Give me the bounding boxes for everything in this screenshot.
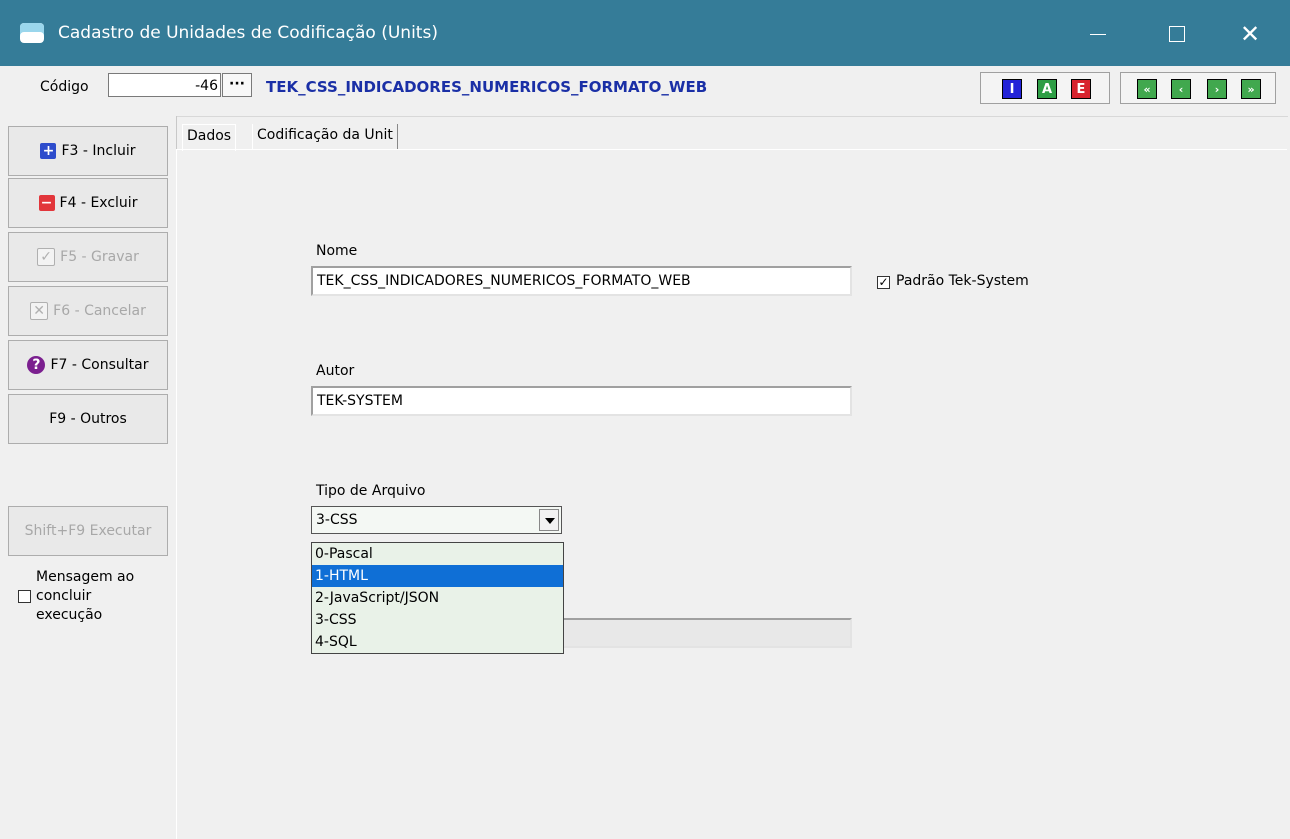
incluir-button[interactable]: + F3 - Incluir: [8, 126, 168, 176]
dropdown-option[interactable]: 3-CSS: [312, 609, 563, 631]
record-toolbar: I A E: [980, 72, 1110, 104]
nome-label: Nome: [316, 243, 358, 259]
plus-icon: +: [40, 143, 57, 159]
tab-codificacao[interactable]: Codificação da Unit: [252, 124, 398, 150]
minimize-button[interactable]: [1070, 14, 1126, 54]
exclude-icon-button[interactable]: E: [1071, 79, 1091, 99]
tab-dados[interactable]: Dados: [182, 124, 237, 151]
cancelar-label: F6 - Cancelar: [53, 303, 146, 319]
dropdown-option-selected[interactable]: 1-HTML: [312, 565, 563, 587]
title-bar: Cadastro de Unidades de Codificação (Uni…: [0, 0, 1290, 66]
codigo-input[interactable]: -46: [108, 73, 221, 97]
mensagem-line-2: concluir: [36, 588, 92, 604]
tipo-arquivo-select[interactable]: 3-CSS: [311, 506, 562, 534]
outros-button[interactable]: F9 - Outros: [8, 394, 168, 444]
last-record-button[interactable]: »: [1241, 79, 1261, 99]
close-button[interactable]: ✕: [1222, 14, 1278, 54]
minus-icon: −: [38, 195, 55, 211]
previous-record-button[interactable]: ‹: [1171, 79, 1191, 99]
navigation-toolbar: « ‹ › »: [1120, 72, 1276, 104]
unit-title: TEK_CSS_INDICADORES_NUMERICOS_FORMATO_WE…: [266, 78, 708, 96]
cancelar-button[interactable]: ✕ F6 - Cancelar: [8, 286, 168, 336]
cancel-icon: ✕: [30, 302, 49, 320]
executar-button[interactable]: Shift+F9 Executar: [8, 506, 168, 556]
consultar-label: F7 - Consultar: [50, 357, 149, 373]
tipo-arquivo-label: Tipo de Arquivo: [316, 483, 426, 499]
outros-label: F9 - Outros: [49, 411, 127, 427]
mensagem-line-3: execução: [36, 607, 103, 623]
header-panel: Código -46 ··· TEK_CSS_INDICADORES_NUMER…: [8, 66, 1288, 117]
autor-label: Autor: [316, 363, 355, 379]
window-title: Cadastro de Unidades de Codificação (Uni…: [58, 23, 438, 43]
question-icon: ?: [27, 356, 46, 374]
tipo-arquivo-value: 3-CSS: [316, 512, 358, 528]
excluir-button[interactable]: − F4 - Excluir: [8, 178, 168, 228]
maximize-button[interactable]: [1150, 14, 1206, 54]
executar-label: Shift+F9 Executar: [24, 523, 152, 539]
chevron-down-icon[interactable]: [539, 509, 559, 531]
hidden-field-input: [562, 618, 852, 648]
gravar-button[interactable]: ✓ F5 - Gravar: [8, 232, 168, 282]
mensagem-line-1: Mensagem ao: [36, 569, 135, 585]
app-icon: [20, 23, 44, 43]
dropdown-option[interactable]: 2-JavaScript/JSON: [312, 587, 563, 609]
incluir-label: F3 - Incluir: [61, 143, 136, 159]
consultar-button[interactable]: ? F7 - Consultar: [8, 340, 168, 390]
insert-icon-button[interactable]: I: [1002, 79, 1022, 99]
tipo-arquivo-dropdown: 0-Pascal 1-HTML 2-JavaScript/JSON 3-CSS …: [311, 542, 564, 654]
codigo-lookup-button[interactable]: ···: [222, 73, 252, 97]
alter-icon-button[interactable]: A: [1037, 79, 1057, 99]
padrao-label: Padrão Tek-System: [896, 273, 1029, 289]
checkmark-icon: ✓: [37, 248, 56, 266]
padrao-checkbox[interactable]: ✓: [877, 276, 890, 289]
dropdown-option[interactable]: 4-SQL: [312, 631, 563, 653]
next-record-button[interactable]: ›: [1207, 79, 1227, 99]
nome-input[interactable]: TEK_CSS_INDICADORES_NUMERICOS_FORMATO_WE…: [311, 266, 852, 296]
gravar-label: F5 - Gravar: [60, 249, 139, 265]
mensagem-label: Mensagem ao concluir execução: [36, 568, 134, 625]
excluir-label: F4 - Excluir: [59, 195, 138, 211]
autor-input[interactable]: TEK-SYSTEM: [311, 386, 852, 416]
codigo-label: Código: [40, 79, 89, 95]
main-area: Dados Codificação da Unit Nome TEK_CSS_I…: [176, 116, 1287, 839]
first-record-button[interactable]: «: [1137, 79, 1157, 99]
mensagem-checkbox[interactable]: [18, 590, 31, 603]
dropdown-option[interactable]: 0-Pascal: [312, 543, 563, 565]
action-sidebar: + F3 - Incluir − F4 - Excluir ✓ F5 - Gra…: [8, 116, 177, 838]
